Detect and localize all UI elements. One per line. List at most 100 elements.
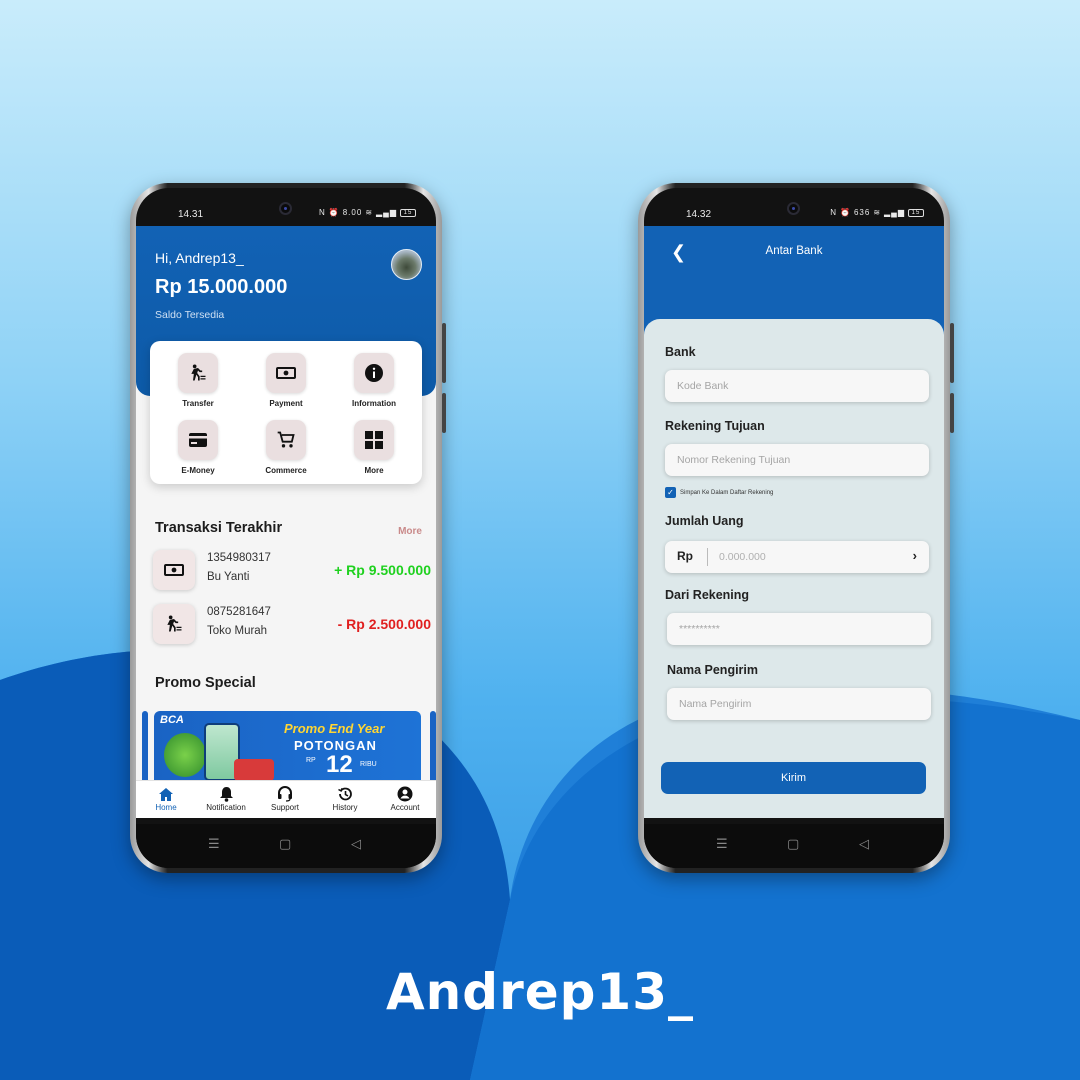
home-button-icon[interactable]: ▢ [787,836,799,852]
balance-label: Saldo Tersedia [155,309,225,321]
transaction-row[interactable]: 1354980317 Bu Yanti + Rp 9.500.000 [153,548,431,592]
front-camera [787,202,800,215]
bell-icon [198,785,254,803]
rekening-label: Rekening Tujuan [665,419,765,433]
back-button-icon[interactable]: ◁ [351,836,361,852]
divider [707,548,708,566]
cash-icon [266,353,306,393]
avatar[interactable] [391,249,422,280]
promo-unit: RIBU [360,761,377,768]
chevron-right-icon: › [912,548,917,563]
account-number-input[interactable]: Nomor Rekening Tujuan [665,444,929,476]
phone-side-button [950,323,954,383]
menu-more[interactable]: More [330,420,418,475]
nav-label: Account [390,803,420,812]
checkmark-icon: ✓ [665,487,676,498]
phone-side-button [442,323,446,383]
transaction-amount: + Rp 9.500.000 [334,562,431,578]
amount-input[interactable]: Rp 0.000.000 › [665,541,929,573]
alarm-icon: ⏰ [839,208,851,217]
bank-code-input[interactable]: Kode Bank [665,370,929,402]
source-account-label: Dari Rekening [665,588,750,602]
submit-button[interactable]: Kirim [661,762,926,794]
cart-icon [266,420,306,460]
signal-icon: ▂▄▆ [376,208,397,217]
nav-label: History [332,803,358,812]
menu-transfer[interactable]: Transfer [154,353,242,408]
balance-amount: Rp 15.000.000 [155,276,288,298]
menu-payment[interactable]: Payment [242,353,330,408]
menu-commerce[interactable]: Commerce [242,420,330,475]
amount-placeholder: 0.000.000 [719,551,766,563]
transaction-account: 1354980317 [207,552,271,564]
system-navbar: ☰ ▢ ◁ [136,824,436,868]
bottom-navigation: Home Notification Support History Accoun… [136,780,436,818]
quick-menu-card: Transfer Payment Information E-Money Com… [150,341,422,484]
menu-label: Payment [269,399,303,408]
status-icons: N ⏰ 8.00 ≋ ▂▄▆ 15 [319,208,416,217]
info-icon [354,353,394,393]
recent-more-link[interactable]: More [398,526,422,537]
nav-label: Home [155,803,177,812]
speed-readout: 636 [853,208,871,217]
recent-transactions-title: Transaksi Terakhir [155,520,283,536]
brand-name: Andrep13_ [385,963,695,1021]
speed-readout: 8.00 [342,208,363,217]
page-title: Antar Bank [765,245,823,257]
menu-label: Commerce [265,466,307,475]
transfer-screen: ❮ Antar Bank Bank Kode Bank Rekening Tuj… [644,226,944,818]
promo-section-title: Promo Special [155,675,256,691]
menu-label: More [364,466,384,475]
greeting-text: Hi, Andrep13_ [155,250,244,266]
menu-label: Transfer [182,399,214,408]
save-account-checkbox[interactable]: ✓ Simpan Ke Dalam Daftar Rekening [665,487,773,498]
phone-transfer: 14.32 N ⏰ 636 ≋ ▂▄▆ 15 ❮ Antar Bank Bank… [638,183,954,873]
transaction-row[interactable]: 0875281647 Toko Murah - Rp 2.500.000 [153,602,431,646]
nav-support[interactable]: Support [257,785,313,812]
transfer-icon [153,604,195,644]
nav-account[interactable]: Account [377,785,433,812]
recent-apps-icon[interactable]: ☰ [716,836,728,852]
menu-information[interactable]: Information [330,353,418,408]
account-icon [377,785,433,803]
promo-value: 12 [326,751,353,778]
amount-label: Jumlah Uang [665,514,744,528]
battery-icon: 15 [400,208,416,217]
transaction-name: Toko Murah [207,625,268,637]
promo-prev-card[interactable] [142,711,148,786]
transaction-account: 0875281647 [207,606,271,618]
nav-label: Support [270,803,300,812]
headset-icon [257,785,313,803]
nav-home[interactable]: Home [138,785,194,812]
save-account-label: Simpan Ke Dalam Daftar Rekening [680,489,774,496]
home-button-icon[interactable]: ▢ [279,836,291,852]
source-account-input[interactable]: ********** [667,613,931,645]
nfc-icon: N [830,208,837,217]
promo-banner[interactable]: BCA Promo End Year POTONGAN RP 12 RIBU [154,711,421,786]
status-bar: 14.32 N ⏰ 636 ≋ ▂▄▆ 15 [644,188,944,226]
status-time: 14.32 [686,209,712,220]
phone-home: 14.31 N ⏰ 8.00 ≋ ▂▄▆ 15 Hi, Andrep13_ Rp… [130,183,446,873]
battery-icon: 15 [908,208,924,217]
vegetables-image [164,733,206,777]
nav-notification[interactable]: Notification [198,785,254,812]
back-button-icon[interactable]: ◁ [859,836,869,852]
sender-name-input[interactable]: Nama Pengirim [667,688,931,720]
menu-label: Information [352,399,396,408]
nav-history[interactable]: History [317,785,373,812]
history-icon [317,785,373,803]
menu-emoney[interactable]: E-Money [154,420,242,475]
promo-next-card[interactable] [430,711,436,786]
transfer-icon [178,353,218,393]
cash-icon [153,550,195,590]
status-icons: N ⏰ 636 ≋ ▂▄▆ 15 [830,208,924,217]
signal-icon: ▂▄▆ [884,208,905,217]
home-icon [138,785,194,803]
promo-headline: Promo End Year [284,721,385,736]
phone-side-button [442,393,446,433]
card-icon [178,420,218,460]
status-time: 14.31 [178,209,204,220]
home-screen: Hi, Andrep13_ Rp 15.000.000 Saldo Tersed… [136,226,436,818]
transaction-name: Bu Yanti [207,571,250,583]
recent-apps-icon[interactable]: ☰ [208,836,220,852]
